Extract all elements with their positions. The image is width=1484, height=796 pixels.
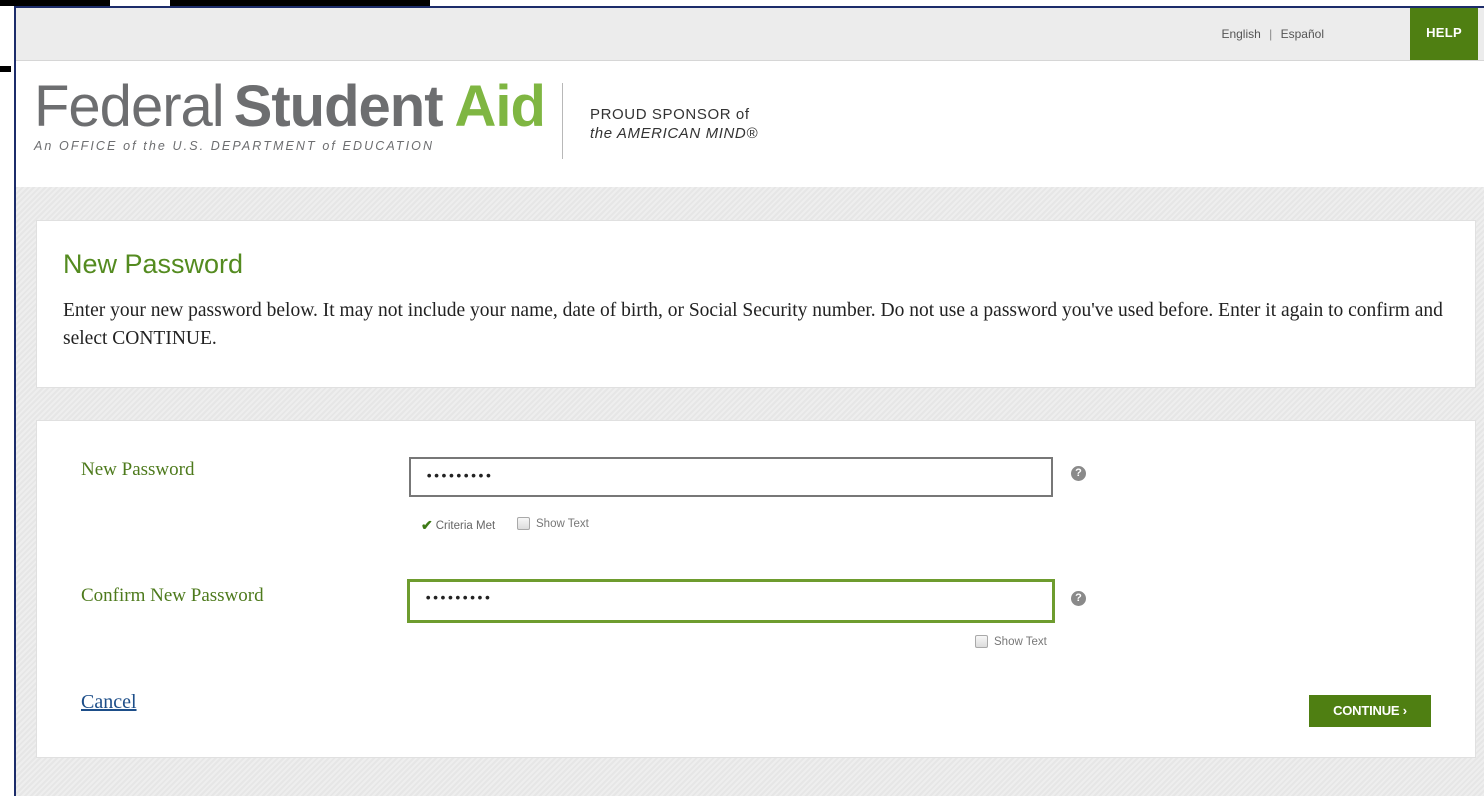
page: English | Español HELP Federal Student Aid… xyxy=(0,0,1484,796)
logo-student: Student xyxy=(233,74,444,139)
language-switcher: English | Español xyxy=(1221,27,1324,41)
new-password-show-text-label: Show Text xyxy=(536,517,589,530)
lang-english-link[interactable]: English xyxy=(1221,27,1260,41)
page-title: New Password xyxy=(63,249,244,279)
new-password-help-icon[interactable]: ? xyxy=(1071,466,1086,481)
help-button[interactable]: HELP xyxy=(1410,8,1478,60)
logo-divider xyxy=(562,83,563,159)
new-password-show-text-checkbox[interactable] xyxy=(517,517,530,530)
sponsor-line-2: the AMERICAN MIND® xyxy=(590,125,758,142)
sponsor-line-1: PROUD SPONSOR of xyxy=(590,106,750,123)
lang-spanish-link[interactable]: Español xyxy=(1281,27,1324,41)
crop-artifact-left xyxy=(0,66,11,72)
criteria-status: ✔ Criteria Met xyxy=(421,517,495,534)
site-header: Federal Student Aid An OFFICE of the U.S. … xyxy=(16,61,1484,187)
lang-separator: | xyxy=(1269,27,1273,41)
criteria-met-text: Criteria Met xyxy=(435,519,496,532)
cancel-link[interactable]: Cancel xyxy=(81,691,137,714)
password-form: New Password ••••••••• ? ✔ Criteria Met … xyxy=(36,420,1476,758)
checkmark-icon: ✔ xyxy=(421,517,433,533)
new-password-label: New Password xyxy=(81,459,195,480)
confirm-password-show-text-label: Show Text xyxy=(994,635,1047,648)
intro-panel: New Password Enter your new password bel… xyxy=(36,220,1476,388)
confirm-password-help-icon[interactable]: ? xyxy=(1071,591,1086,606)
confirm-password-input[interactable]: ••••••••• xyxy=(407,579,1055,623)
instructions-text: Enter your new password below. It may no… xyxy=(63,300,1443,349)
confirm-password-show-text[interactable]: Show Text xyxy=(975,635,1047,648)
confirm-password-label: Confirm New Password xyxy=(81,585,264,606)
new-password-show-text[interactable]: Show Text xyxy=(517,517,589,530)
confirm-password-show-text-checkbox[interactable] xyxy=(975,635,988,648)
logo-subtitle: An OFFICE of the U.S. DEPARTMENT of EDUC… xyxy=(34,139,435,153)
logo-aid: Aid xyxy=(454,74,546,139)
logo-federal: Federal xyxy=(34,74,225,139)
sponsor-tagline: PROUD SPONSOR of the AMERICAN MIND® xyxy=(590,105,758,143)
fsa-logo[interactable]: Federal Student Aid An OFFICE of the U.S. … xyxy=(34,74,546,154)
logo-wordmark: Federal Student Aid xyxy=(34,74,546,139)
continue-button[interactable]: CONTINUE › xyxy=(1309,695,1431,727)
browser-viewport: English | Español HELP Federal Student Aid… xyxy=(14,6,1484,796)
utility-bar: English | Español HELP xyxy=(16,8,1484,61)
new-password-input[interactable]: ••••••••• xyxy=(409,457,1053,497)
